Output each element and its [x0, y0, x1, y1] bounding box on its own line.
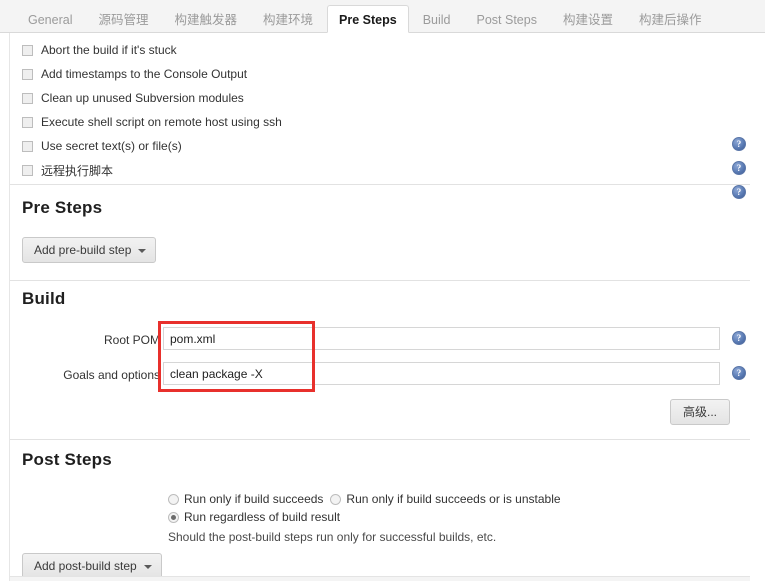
- chevron-down-icon: [138, 249, 147, 253]
- build-heading: Build: [22, 289, 66, 308]
- help-icon-goals-and-options[interactable]: ?: [732, 366, 746, 380]
- post-steps-hint: Should the post-build steps run only for…: [168, 530, 497, 544]
- bottom-strip: [10, 576, 750, 581]
- option-label: Add timestamps to the Console Output: [41, 67, 248, 81]
- tab-pre-steps[interactable]: Pre Steps: [327, 5, 409, 33]
- tab-post-steps[interactable]: Post Steps: [465, 5, 549, 33]
- radio-run-only-if-build-succeeds-or-unstable[interactable]: Run only if build succeeds or is unstabl…: [330, 490, 561, 508]
- add-post-build-step-label: Add post-build step: [34, 559, 137, 573]
- radio-label: Run regardless of build result: [184, 510, 341, 524]
- root-pom-input[interactable]: [163, 327, 720, 350]
- add-pre-build-step-label: Add pre-build step: [34, 243, 132, 257]
- help-icon-root-pom[interactable]: ?: [732, 331, 746, 345]
- divider-build: [10, 280, 750, 281]
- radio-indicator[interactable]: [330, 493, 342, 505]
- goals-and-options-input[interactable]: [163, 362, 720, 385]
- pre-steps-heading: Pre Steps: [22, 198, 103, 217]
- tab-build-environment[interactable]: 构建环境: [251, 5, 325, 33]
- checkbox-use-secret-text-or-file[interactable]: [22, 140, 33, 152]
- tab-source-code-management[interactable]: 源码管理: [86, 5, 160, 33]
- checkbox-clean-subversion-modules[interactable]: [22, 92, 33, 104]
- config-tab-bar: General 源码管理 构建触发器 构建环境 Pre Steps Build …: [0, 0, 765, 33]
- divider-post-steps: [10, 439, 750, 440]
- option-use-secret-text-or-file[interactable]: Use secret text(s) or file(s): [22, 134, 722, 158]
- checkbox-abort-if-stuck[interactable]: [22, 44, 33, 56]
- tab-build-settings[interactable]: 构建设置: [551, 5, 625, 33]
- add-pre-build-step-button[interactable]: Add pre-build step: [22, 237, 157, 263]
- build-environment-options: Abort the build if it's stuck Add timest…: [22, 38, 722, 182]
- radio-indicator[interactable]: [168, 511, 179, 523]
- checkbox-execute-shell-remote-ssh[interactable]: [22, 116, 33, 128]
- tab-general[interactable]: General: [16, 5, 84, 33]
- root-pom-label: Root POM: [103, 333, 160, 347]
- help-icon-remote-execute-script[interactable]: ?: [732, 185, 746, 199]
- divider-pre-steps: [10, 184, 750, 185]
- radio-label: Run only if build succeeds or is unstabl…: [346, 492, 561, 506]
- chevron-down-icon: [143, 565, 152, 569]
- jenkins-job-config-page: General 源码管理 构建触发器 构建环境 Pre Steps Build …: [0, 0, 765, 581]
- tab-build[interactable]: Build: [411, 5, 463, 33]
- checkbox-remote-execute-script[interactable]: [22, 164, 33, 176]
- option-abort-if-stuck[interactable]: Abort the build if it's stuck: [22, 38, 722, 62]
- left-rail-divider: [9, 33, 10, 581]
- goals-and-options-label: Goals and options: [63, 368, 160, 382]
- option-label: Abort the build if it's stuck: [41, 43, 177, 57]
- help-icon-use-secret-text-or-file[interactable]: ?: [732, 161, 746, 175]
- tab-post-build-actions[interactable]: 构建后操作: [627, 5, 714, 33]
- option-add-timestamps[interactable]: Add timestamps to the Console Output: [22, 62, 722, 86]
- config-body: Abort the build if it's stuck Add timest…: [0, 33, 765, 581]
- radio-indicator[interactable]: [168, 493, 179, 505]
- advanced-button[interactable]: 高级...: [670, 399, 731, 425]
- option-execute-shell-remote-ssh[interactable]: Execute shell script on remote host usin…: [22, 110, 722, 134]
- radio-run-only-if-build-succeeds[interactable]: Run only if build succeeds: [168, 490, 323, 508]
- tab-build-triggers[interactable]: 构建触发器: [163, 5, 250, 33]
- option-remote-execute-script[interactable]: 远程执行脚本: [22, 158, 722, 182]
- radio-label: Run only if build succeeds: [184, 492, 324, 506]
- option-label: Execute shell script on remote host usin…: [41, 115, 282, 129]
- option-label: Use secret text(s) or file(s): [41, 139, 182, 153]
- post-steps-heading: Post Steps: [22, 450, 112, 469]
- option-label: 远程执行脚本: [41, 163, 114, 178]
- option-clean-subversion-modules[interactable]: Clean up unused Subversion modules: [22, 86, 722, 110]
- radio-run-regardless-of-build-result[interactable]: Run regardless of build result: [168, 508, 340, 526]
- option-label: Clean up unused Subversion modules: [41, 91, 244, 105]
- checkbox-add-timestamps[interactable]: [22, 68, 33, 80]
- help-icon-execute-shell-remote-ssh[interactable]: ?: [732, 137, 746, 151]
- post-steps-run-condition-group: Run only if build succeeds Run only if b…: [168, 490, 728, 526]
